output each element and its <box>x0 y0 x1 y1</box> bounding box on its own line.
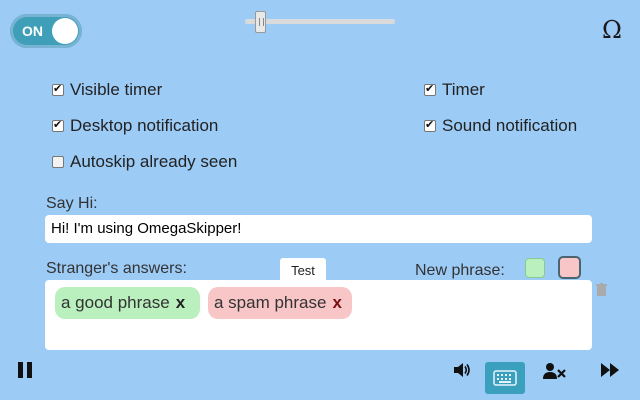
new-good-phrase-button[interactable] <box>525 258 545 278</box>
visible-timer-checkbox[interactable] <box>52 82 64 96</box>
pause-icon[interactable] <box>18 362 34 378</box>
autoskip-label: Autoskip already seen <box>70 152 238 171</box>
volume-slider-thumb[interactable] <box>255 11 266 33</box>
new-spam-phrase-button[interactable] <box>558 256 581 279</box>
sound-notification-checkbox[interactable] <box>424 118 436 132</box>
new-phrase-label: New phrase: <box>415 262 505 279</box>
say-hi-label: Say Hi: <box>46 195 98 212</box>
remove-phrase-button[interactable]: x <box>176 293 185 313</box>
answers-label: Stranger's answers: <box>46 260 187 277</box>
option-sound-notification[interactable]: Sound notification <box>424 116 577 136</box>
skip-icon[interactable] <box>600 362 620 378</box>
say-hi-input[interactable]: Hi! I'm using OmegaSkipper! <box>45 215 592 243</box>
option-desktop-notification[interactable]: Desktop notification <box>52 116 218 136</box>
block-user-icon[interactable] <box>543 361 567 379</box>
phrase-text: a good phrase <box>61 293 170 312</box>
autoskip-checkbox[interactable] <box>52 156 64 168</box>
option-autoskip[interactable]: Autoskip already seen <box>52 152 237 172</box>
keyboard-button[interactable] <box>485 362 525 394</box>
toggle-label: ON <box>22 23 43 39</box>
keyboard-icon <box>493 370 517 386</box>
desktop-notification-label: Desktop notification <box>70 116 219 135</box>
phrase-tag-good: a good phrase x <box>55 287 200 319</box>
on-toggle[interactable]: ON <box>10 14 82 48</box>
desktop-notification-checkbox[interactable] <box>52 118 64 132</box>
timer-checkbox[interactable] <box>424 82 436 96</box>
option-timer[interactable]: Timer <box>424 80 485 100</box>
phrase-tag-spam: a spam phrase x <box>208 287 352 319</box>
toggle-knob <box>52 18 78 44</box>
option-visible-timer[interactable]: Visible timer <box>52 80 162 100</box>
remove-phrase-button[interactable]: x <box>332 293 341 313</box>
volume-icon[interactable] <box>452 361 472 379</box>
test-button[interactable]: Test <box>280 258 326 282</box>
sound-notification-label: Sound notification <box>442 116 578 135</box>
visible-timer-label: Visible timer <box>70 80 163 99</box>
omega-icon[interactable]: Ω <box>602 16 622 44</box>
trash-icon[interactable] <box>596 283 607 299</box>
phrase-text: a spam phrase <box>214 293 327 312</box>
timer-label: Timer <box>442 80 485 99</box>
volume-slider-track[interactable] <box>245 19 395 24</box>
